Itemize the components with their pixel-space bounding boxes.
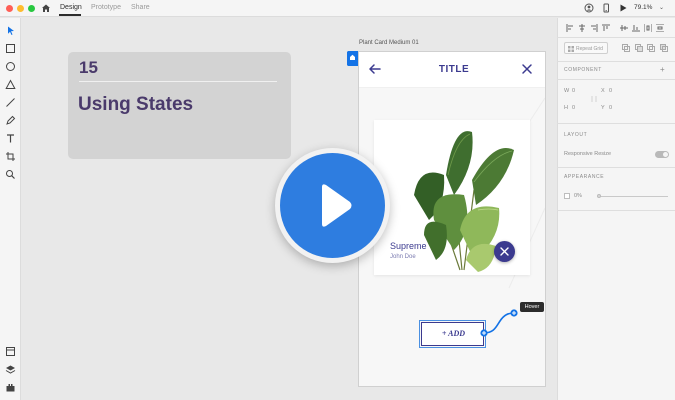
phone-icon[interactable]: [601, 3, 611, 13]
close-icon: [500, 247, 509, 256]
panel-divider: [557, 79, 675, 80]
layout-header: LAYOUT: [564, 132, 588, 138]
panel-divider: [557, 167, 675, 168]
distribute-vertical-icon[interactable]: [656, 24, 664, 32]
plugins-icon[interactable]: [5, 382, 16, 393]
title-bar: Design Prototype Share 79.1% ⌄: [0, 0, 675, 17]
responsive-resize-toggle[interactable]: [655, 151, 669, 158]
align-top-icon[interactable]: [602, 24, 610, 32]
y-value[interactable]: 0: [609, 105, 612, 111]
repeat-grid-button[interactable]: Repeat Grid: [564, 42, 608, 54]
boolean-add-icon[interactable]: [622, 44, 630, 52]
align-left-icon[interactable]: [566, 24, 574, 32]
responsive-resize-label: Responsive Resize: [564, 151, 612, 157]
align-center-icon[interactable]: [578, 24, 586, 32]
triangle-icon[interactable]: [5, 79, 16, 90]
arrow-left-icon[interactable]: [368, 62, 382, 76]
opacity-value[interactable]: 0%: [574, 193, 582, 199]
boolean-intersect-icon[interactable]: [647, 44, 655, 52]
repeat-grid-label: Repeat Grid: [576, 46, 603, 52]
tab-prototype[interactable]: Prototype: [91, 4, 121, 11]
ellipse-icon[interactable]: [5, 61, 16, 72]
trigger-tag: Hover: [520, 302, 544, 312]
close-icon[interactable]: [520, 62, 534, 76]
tab-design[interactable]: Design: [60, 4, 82, 11]
add-component-button[interactable]: +: [660, 65, 665, 74]
home-artboard-icon[interactable]: [347, 51, 358, 66]
opacity-checkbox[interactable]: [564, 193, 570, 199]
panel-divider: [557, 61, 675, 62]
lock-aspect-icon[interactable]: [590, 95, 598, 103]
user-icon[interactable]: [584, 3, 594, 13]
pen-icon[interactable]: [5, 115, 16, 126]
tools-toolbar: [0, 18, 21, 400]
x-label: X: [601, 88, 605, 94]
opacity-slider-handle[interactable]: [597, 194, 601, 198]
artboard-label[interactable]: Plant Card Medium 01: [359, 40, 419, 46]
property-inspector: [557, 18, 675, 400]
zoom-window-button[interactable]: [28, 5, 35, 12]
x-value[interactable]: 0: [609, 88, 612, 94]
plant-owner: John Doe: [390, 254, 416, 260]
text-icon[interactable]: [5, 133, 16, 144]
add-button-label: + ADD: [441, 329, 466, 338]
height-label: H: [564, 105, 568, 111]
play-icon[interactable]: [618, 3, 628, 13]
opacity-slider[interactable]: [598, 196, 668, 197]
plant-name: Supreme: [390, 241, 427, 251]
tab-share[interactable]: Share: [131, 4, 150, 11]
line-icon[interactable]: [5, 97, 16, 108]
minimize-window-button[interactable]: [17, 5, 24, 12]
grid-icon: [568, 46, 574, 52]
chevron-down-icon[interactable]: ⌄: [659, 4, 664, 11]
prototype-wire[interactable]: [478, 305, 524, 341]
lesson-divider: [79, 81, 277, 82]
align-bottom-icon[interactable]: [632, 24, 640, 32]
align-middle-icon[interactable]: [620, 24, 628, 32]
select-icon[interactable]: [5, 25, 16, 36]
y-label: Y: [601, 105, 605, 111]
lesson-number: 15: [79, 58, 98, 77]
panel-divider: [557, 37, 675, 38]
width-value[interactable]: 0: [572, 88, 575, 94]
height-value[interactable]: 0: [572, 105, 575, 111]
zoom-level[interactable]: 79.1%: [634, 4, 652, 11]
panel-divider: [557, 123, 675, 124]
boolean-subtract-icon[interactable]: [635, 44, 643, 52]
boolean-exclude-icon[interactable]: [660, 44, 668, 52]
dismiss-button[interactable]: [494, 241, 515, 262]
width-label: W: [564, 88, 570, 94]
zoom-icon[interactable]: [5, 169, 16, 180]
component-header: COMPONENT: [564, 67, 602, 73]
rectangle-icon[interactable]: [5, 43, 16, 54]
artboard-icon[interactable]: [5, 151, 16, 162]
appearance-header: APPEARANCE: [564, 174, 605, 180]
home-icon[interactable]: [41, 3, 51, 13]
assets-icon[interactable]: [5, 346, 16, 357]
active-tab-indicator: [59, 14, 81, 16]
add-button[interactable]: + ADD: [419, 320, 486, 348]
distribute-horizontal-icon[interactable]: [644, 24, 652, 32]
align-right-icon[interactable]: [590, 24, 598, 32]
layers-icon[interactable]: [5, 364, 16, 375]
lesson-title: Using States: [78, 94, 194, 115]
artboard-title: TITLE: [438, 64, 470, 75]
panel-divider: [557, 210, 675, 211]
play-icon: [322, 184, 352, 227]
close-window-button[interactable]: [6, 5, 13, 12]
